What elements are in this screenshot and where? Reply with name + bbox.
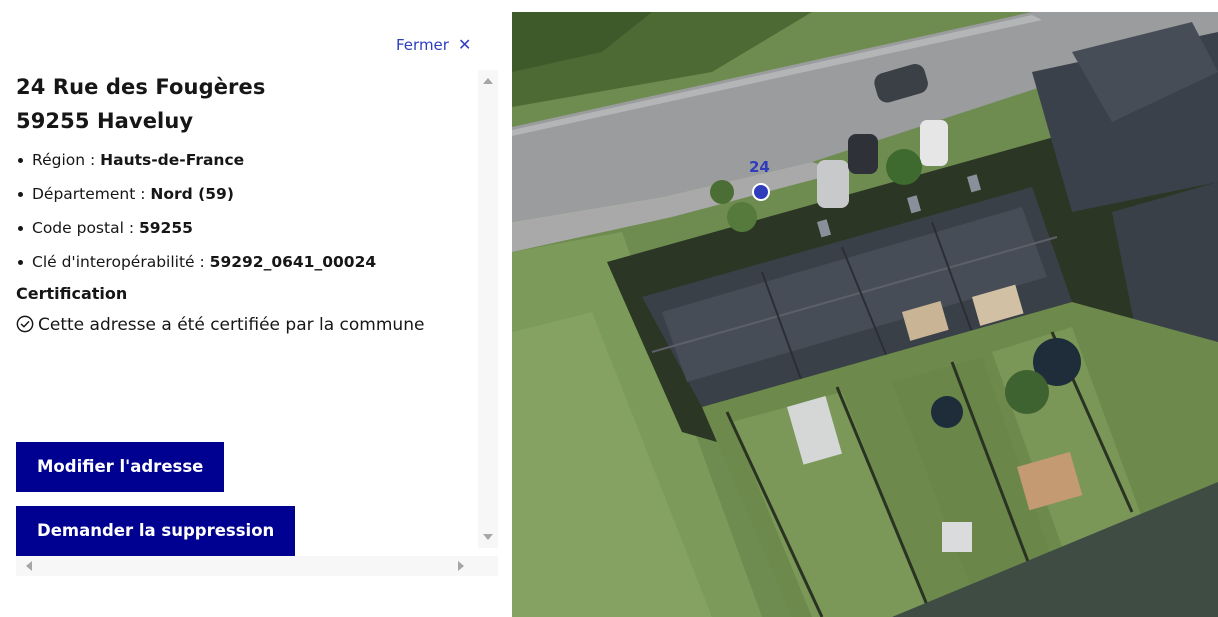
certification-text: Cette adresse a été certifiée par la com… bbox=[38, 315, 425, 335]
info-interop-key-value: 59292_0641_00024 bbox=[209, 253, 377, 271]
scroll-down-arrow-icon[interactable] bbox=[483, 534, 493, 540]
certification-title: Certification bbox=[16, 284, 128, 303]
satellite-imagery: 24 bbox=[512, 12, 1218, 617]
close-button[interactable]: Fermer ✕ bbox=[396, 36, 471, 54]
scroll-left-arrow-icon[interactable] bbox=[26, 561, 32, 571]
address-info-list: Région : Hauts-de-France Département : N… bbox=[16, 148, 468, 274]
info-departement-value: Nord (59) bbox=[150, 185, 234, 203]
scroll-right-arrow-icon[interactable] bbox=[458, 561, 464, 571]
info-postal-code-value: 59255 bbox=[138, 219, 193, 237]
info-region: Région : Hauts-de-France bbox=[16, 148, 468, 172]
panel-content: 24 Rue des Fougères 59255 Haveluy Région… bbox=[16, 70, 468, 560]
close-label: Fermer bbox=[396, 36, 449, 54]
scroll-up-arrow-icon[interactable] bbox=[483, 78, 493, 84]
request-deletion-button[interactable]: Demander la suppression bbox=[16, 506, 296, 556]
certification-status: Cette adresse a été certifiée par la com… bbox=[16, 311, 426, 339]
edit-address-button[interactable]: Modifier l'adresse bbox=[16, 442, 225, 492]
address-street: 24 Rue des Fougères bbox=[16, 75, 266, 99]
info-region-label: Région : bbox=[32, 151, 101, 169]
address-city: 59255 Haveluy bbox=[16, 109, 194, 133]
address-title: 24 Rue des Fougères 59255 Haveluy bbox=[16, 70, 468, 138]
check-circle-icon bbox=[16, 315, 34, 333]
info-interop-key-label: Clé d'interopérabilité : bbox=[32, 253, 210, 271]
info-departement-label: Département : bbox=[32, 185, 151, 203]
top-bar bbox=[0, 0, 1218, 12]
info-region-value: Hauts-de-France bbox=[100, 151, 245, 169]
close-icon: ✕ bbox=[457, 35, 472, 54]
vertical-scrollbar[interactable] bbox=[478, 70, 498, 548]
info-postal-code-label: Code postal : bbox=[32, 219, 139, 237]
location-dot-icon[interactable] bbox=[752, 183, 770, 201]
satellite-map[interactable]: 24 bbox=[512, 12, 1218, 617]
horizontal-scrollbar[interactable] bbox=[16, 556, 498, 576]
address-panel: Fermer ✕ 24 Rue des Fougères 59255 Havel… bbox=[0, 12, 512, 617]
marker-label: 24 bbox=[749, 158, 770, 176]
info-postal-code: Code postal : 59255 bbox=[16, 216, 468, 240]
info-departement: Département : Nord (59) bbox=[16, 182, 468, 206]
info-interop-key: Clé d'interopérabilité : 59292_0641_0002… bbox=[16, 250, 468, 274]
